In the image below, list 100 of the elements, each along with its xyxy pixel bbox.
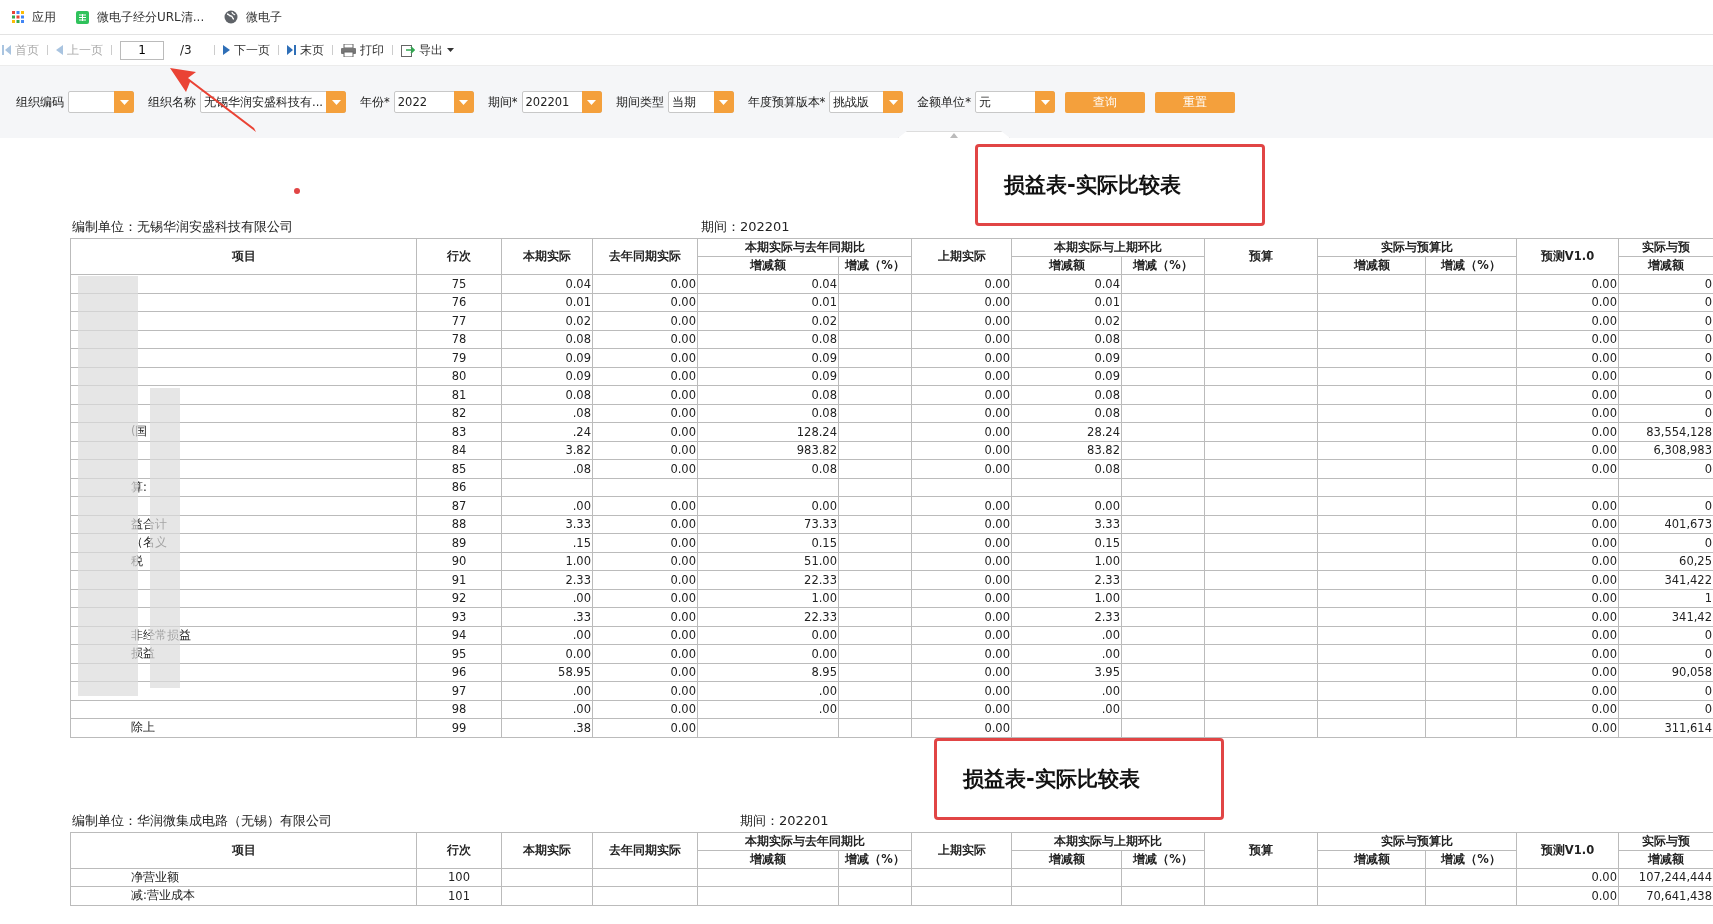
table-cell: 0.00 <box>592 293 698 312</box>
table-cell: 98 <box>416 700 502 719</box>
table-cell: 0.09 <box>697 367 839 386</box>
table-cell: 80 <box>416 367 502 386</box>
table-cell: 0.00 <box>592 607 698 626</box>
annotation-box: 损益表-实际比较表 <box>934 737 1224 820</box>
table-cell: 减:营业成本 <box>70 886 417 905</box>
table-cell: 0.00 <box>1516 274 1619 293</box>
table-cell: 58.95 <box>501 663 593 682</box>
table-cell: 0.00 <box>911 533 1012 552</box>
first-page-icon <box>2 45 11 55</box>
table-cell: 0.09 <box>501 367 593 386</box>
filter-label: 年份* <box>360 94 390 110</box>
table-cell: 0.00 <box>911 459 1012 478</box>
bookmark[interactable]: 微电子经分URL清... <box>76 8 205 26</box>
table-cell: 0.00 <box>1516 330 1619 349</box>
table-cell: 0.00 <box>592 330 698 349</box>
table-cell: .00 <box>697 681 839 700</box>
column-header: 项目 <box>70 238 417 275</box>
table-cell: 0.00 <box>501 644 593 663</box>
apps-grid-icon <box>12 11 24 23</box>
page-total: /3 <box>180 43 192 57</box>
table-cell: .00 <box>501 589 593 608</box>
annotation-dot <box>294 188 300 194</box>
table-cell: 0.00 <box>592 496 698 515</box>
last-page-icon <box>286 45 296 55</box>
table-cell: 1.00 <box>1011 552 1122 571</box>
table-cell: .00 <box>1011 681 1122 700</box>
table-cell: 0.00 <box>911 311 1012 330</box>
table-cell: 88 <box>416 515 502 534</box>
table-cell: 8.95 <box>697 663 839 682</box>
table-cell: 51.00 <box>697 552 839 571</box>
table-cell: 0.00 <box>592 718 698 737</box>
previous-icon <box>56 45 63 55</box>
table-cell: 99 <box>416 718 502 737</box>
table-cell: 83 <box>416 422 502 441</box>
table-cell: 0.00 <box>1516 293 1619 312</box>
column-group-header: 本期实际与去年同期比 <box>697 238 912 257</box>
filter-dropdown[interactable]: 202201 <box>521 91 602 113</box>
table-cell: 0.00 <box>1516 533 1619 552</box>
filter-dropdown[interactable]: 元 <box>975 91 1055 113</box>
table-cell: 0.00 <box>1516 515 1619 534</box>
dropdown-arrow-icon <box>587 99 596 105</box>
table-cell: .15 <box>501 533 593 552</box>
table-cell: 0.01 <box>501 293 593 312</box>
table-cell: 除上 <box>70 718 417 737</box>
filter-dropdown[interactable]: 当期 <box>667 91 734 113</box>
table-cell: 3.33 <box>501 515 593 534</box>
table-cell: 0.00 <box>592 626 698 645</box>
table-cell: 89 <box>416 533 502 552</box>
filter-dropdown[interactable]: 挑战版 <box>829 91 904 113</box>
table-cell: 0.00 <box>592 367 698 386</box>
table-cell: 0.00 <box>911 385 1012 404</box>
table-cell: 0.00 <box>1516 700 1619 719</box>
sheet-icon <box>76 10 89 24</box>
table-cell: 1.00 <box>501 552 593 571</box>
table-cell: 95 <box>416 644 502 663</box>
table-cell: .33 <box>501 607 593 626</box>
bookmark[interactable]: 应用 <box>12 8 56 26</box>
table-cell: 0.08 <box>1011 459 1122 478</box>
report-unit: 编制单位：华润微集成电路（无锡）有限公司 <box>72 811 332 830</box>
print-button[interactable]: 打印 <box>340 41 384 59</box>
table-cell: 0.00 <box>1516 663 1619 682</box>
table-cell: 0.00 <box>1516 589 1619 608</box>
table-cell: 0.08 <box>1011 404 1122 423</box>
table-cell: 0.00 <box>911 718 1012 737</box>
table-cell: 79 <box>416 348 502 367</box>
table-cell: 0.00 <box>697 644 839 663</box>
table-cell: 0.00 <box>911 552 1012 571</box>
table-cell: 0.00 <box>1516 311 1619 330</box>
next-page-button[interactable]: 下一页 <box>222 41 270 59</box>
table-cell: 983.82 <box>697 441 839 460</box>
bookmark[interactable]: 微电子 <box>224 8 283 26</box>
table-cell: 0.00 <box>592 441 698 460</box>
table-cell: 0.00 <box>1516 681 1619 700</box>
table-cell: 0.00 <box>911 570 1012 589</box>
table-cell: 0.09 <box>1011 367 1122 386</box>
table-cell: 83.82 <box>1011 441 1122 460</box>
page-number-field[interactable]: 1 <box>120 40 164 60</box>
table-cell: 22.33 <box>697 607 839 626</box>
table-cell: 0.01 <box>1011 293 1122 312</box>
column-header: 预算 <box>1204 238 1318 275</box>
table-cell: 0.04 <box>501 274 593 293</box>
column-group-header: 实际与预 <box>1618 238 1713 257</box>
table-cell: 0.00 <box>592 422 698 441</box>
table-cell: 128.24 <box>697 422 839 441</box>
filter-dropdown[interactable]: 2022 <box>393 91 474 113</box>
filter-label: 期间* <box>487 94 518 110</box>
table-cell: 28.24 <box>1011 422 1122 441</box>
table-cell: 0.00 <box>911 293 1012 312</box>
table-cell: 0.00 <box>592 663 698 682</box>
filter-dropdown[interactable] <box>68 91 134 113</box>
table-cell: .00 <box>697 700 839 719</box>
table-cell: 0.00 <box>592 515 698 534</box>
table-cell: 0.00 <box>1516 886 1619 905</box>
table-cell: 0.00 <box>1516 496 1619 515</box>
table-cell: 0.00 <box>1516 385 1619 404</box>
table-cell: 0.00 <box>697 626 839 645</box>
last-page-button[interactable]: 末页 <box>286 41 324 59</box>
export-button[interactable]: 导出 <box>400 41 454 59</box>
